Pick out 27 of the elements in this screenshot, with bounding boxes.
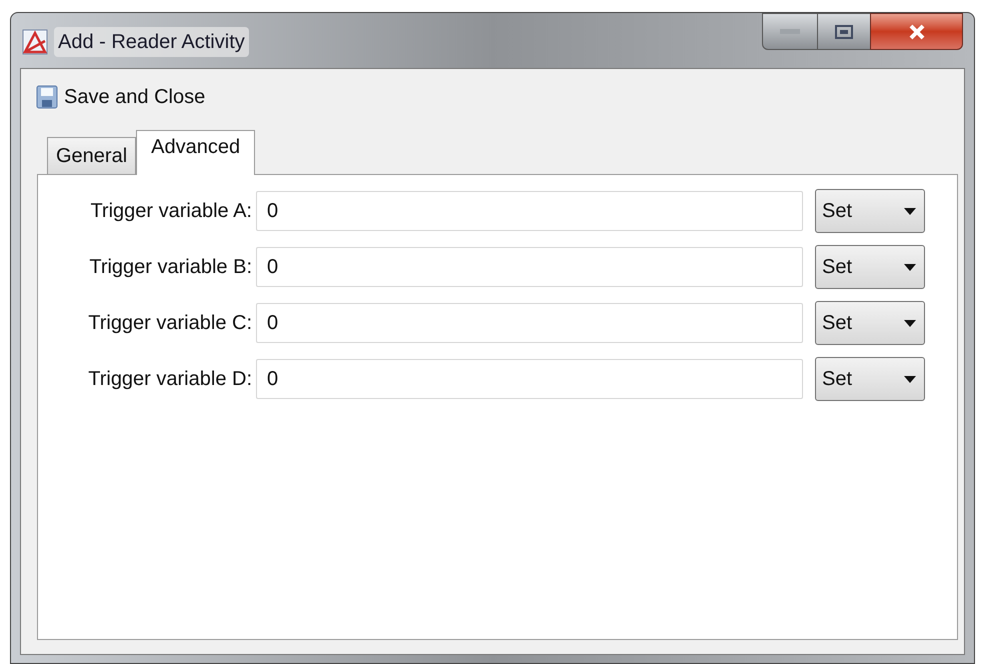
minimize-button[interactable]: [762, 13, 818, 50]
trigger-value-field[interactable]: 0: [256, 191, 803, 231]
dropdown-arrow-icon: [904, 376, 916, 382]
field-label: Trigger variable B:: [88, 255, 253, 280]
app-logo-icon: [22, 29, 48, 55]
field-label: Trigger variable A:: [89, 199, 253, 224]
trigger-value-field[interactable]: 0: [256, 247, 803, 287]
dropdown-arrow-icon: [904, 208, 916, 214]
save-and-close-button[interactable]: Save and Close: [36, 82, 206, 112]
maximize-button[interactable]: [818, 13, 870, 50]
close-icon: [908, 24, 926, 40]
dropdown-arrow-icon: [904, 264, 916, 270]
minimize-icon: [780, 29, 800, 34]
trigger-value-field[interactable]: 0: [256, 359, 803, 399]
tab[interactable]: General: [47, 137, 136, 174]
field-label: Trigger variable D:: [87, 367, 253, 392]
close-button[interactable]: [870, 13, 963, 50]
mode-dropdown[interactable]: Set: [815, 357, 925, 401]
field-label: Trigger variable C:: [87, 311, 253, 336]
mode-dropdown[interactable]: Set: [815, 301, 925, 345]
maximize-icon: [835, 24, 853, 38]
mode-dropdown[interactable]: Set: [815, 245, 925, 289]
trigger-value-field[interactable]: 0: [256, 303, 803, 343]
tab[interactable]: Advanced: [136, 130, 256, 175]
mode-dropdown[interactable]: Set: [815, 189, 925, 233]
window-title: Add - Reader Activity: [54, 27, 249, 57]
dropdown-arrow-icon: [904, 320, 916, 326]
